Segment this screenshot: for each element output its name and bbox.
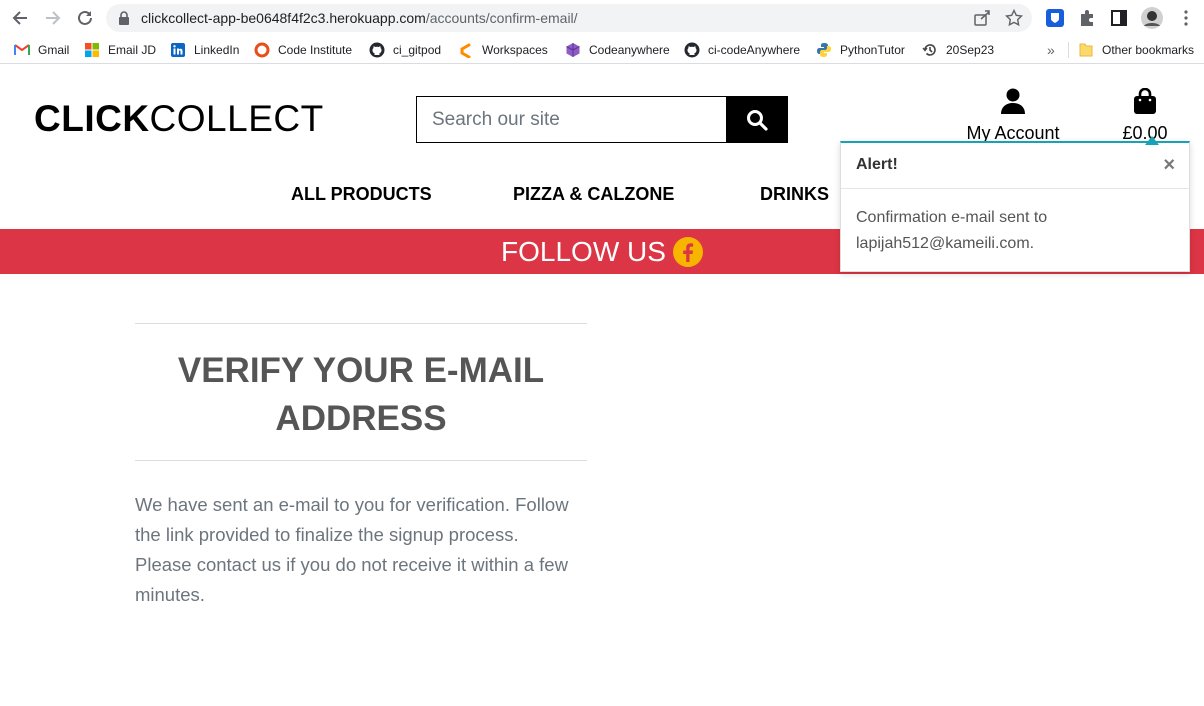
browser-toolbar: clickcollect-app-be0648f4f2c3.herokuapp.…	[0, 0, 1204, 36]
forward-arrow-icon	[46, 11, 61, 25]
share-icon[interactable]	[973, 9, 991, 27]
browser-menu-icon[interactable]	[1176, 8, 1196, 28]
reload-icon	[78, 10, 92, 25]
reload-button[interactable]	[73, 6, 97, 30]
side-panel-icon[interactable]	[1109, 8, 1129, 28]
linkedin-icon	[171, 43, 185, 57]
page-title: VERIFY YOUR E-MAIL ADDRESS	[177, 351, 545, 438]
url-host: clickcollect-app-be0648f4f2c3.herokuapp.…	[141, 10, 426, 26]
search-input[interactable]	[416, 96, 727, 143]
bookmark-label: Email JD	[108, 43, 157, 57]
toast-message: Confirmation e-mail sent to lapijah512@k…	[856, 209, 1048, 252]
bookmark-ci-gitpod[interactable]: ci_gitpod	[369, 41, 441, 59]
bookmark-20sep23[interactable]: 20Sep23	[922, 41, 994, 59]
my-account-link[interactable]: My Account	[955, 88, 1071, 144]
bookmarks-divider	[1068, 42, 1069, 58]
logo-click: CLICK	[34, 98, 150, 139]
shopping-bag-icon	[1134, 87, 1156, 114]
user-icon	[1001, 88, 1025, 114]
follow-us-text: FOLLOW US	[501, 235, 666, 267]
code-institute-icon	[254, 42, 270, 58]
bookmark-label: Workspaces	[482, 43, 548, 57]
bookmark-workspaces[interactable]: Workspaces	[458, 41, 548, 59]
search-icon	[747, 109, 768, 131]
bookmark-star-icon[interactable]	[1005, 9, 1023, 27]
bookmark-ci-codeanywhere[interactable]: ci-codeAnywhere	[684, 41, 800, 59]
bookmark-label: LinkedIn	[194, 43, 240, 57]
profile-avatar-icon[interactable]	[1141, 7, 1163, 29]
title-divider-top	[135, 323, 587, 324]
bookmark-codeanywhere[interactable]: Codeanywhere	[565, 41, 670, 59]
site-logo[interactable]: CLICKCOLLECT	[34, 98, 324, 140]
github-icon	[684, 42, 700, 58]
toast-title: Alert!	[856, 156, 898, 173]
bookmark-linkedin[interactable]: LinkedIn	[170, 41, 239, 59]
bookmark-label: Code Institute	[278, 43, 353, 57]
address-bar[interactable]: clickcollect-app-be0648f4f2c3.herokuapp.…	[106, 4, 1032, 32]
python-icon	[817, 43, 831, 57]
bookmarks-overflow-button[interactable]: »	[1047, 41, 1055, 59]
logo-collect: COLLECT	[149, 98, 324, 139]
bookmark-label: Codeanywhere	[589, 43, 670, 57]
github-icon	[369, 42, 385, 58]
url-path: /accounts/confirm-email/	[425, 10, 578, 26]
bookmark-code-institute[interactable]: Code Institute	[254, 41, 352, 59]
history-icon	[922, 44, 936, 56]
facebook-icon[interactable]	[672, 236, 703, 267]
search-button[interactable]	[726, 96, 788, 143]
verification-message: We have sent an e-mail to you for verifi…	[135, 494, 569, 605]
bookmarks-bar: Gmail Email JD LinkedIn Code Institute c…	[0, 36, 1204, 64]
extension-bitwarden-icon[interactable]	[1045, 8, 1065, 28]
back-button[interactable]	[8, 6, 32, 30]
gmail-icon	[14, 44, 30, 55]
bookmark-label: PythonTutor	[840, 43, 905, 57]
folder-icon	[1079, 43, 1093, 57]
lock-icon	[119, 11, 129, 25]
bookmark-gmail[interactable]: Gmail	[14, 41, 69, 59]
nav-pizza-calzone[interactable]: PIZZA & CALZONE	[513, 184, 674, 205]
extensions-puzzle-icon[interactable]	[1077, 8, 1097, 28]
toast-header: Alert! ×	[841, 143, 1189, 189]
bookmark-label: ci-codeAnywhere	[708, 43, 801, 57]
forward-button[interactable]	[41, 6, 65, 30]
bookmark-label: Gmail	[38, 43, 70, 57]
bookmark-pythontutor[interactable]: PythonTutor	[816, 41, 905, 59]
microsoft-icon	[85, 43, 99, 57]
title-divider-bottom	[135, 460, 587, 461]
gitpod-icon	[460, 43, 471, 58]
back-arrow-icon	[12, 11, 27, 25]
bookmark-label: 20Sep23	[946, 43, 995, 57]
bookmark-other-bookmarks[interactable]: Other bookmarks	[1078, 41, 1194, 59]
site-search	[416, 96, 788, 143]
url-text: clickcollect-app-be0648f4f2c3.herokuapp.…	[141, 10, 578, 26]
alert-toast: Alert! × Confirmation e-mail sent to lap…	[840, 136, 1190, 272]
bookmark-label: ci_gitpod	[393, 43, 442, 57]
close-button[interactable]: ×	[1163, 155, 1175, 175]
codeanywhere-icon	[566, 43, 580, 57]
bookmark-email-jd[interactable]: Email JD	[84, 41, 156, 59]
nav-all-products[interactable]: ALL PRODUCTS	[291, 184, 432, 205]
bookmark-label: Other bookmarks	[1102, 43, 1195, 57]
nav-drinks[interactable]: DRINKS	[760, 184, 829, 205]
